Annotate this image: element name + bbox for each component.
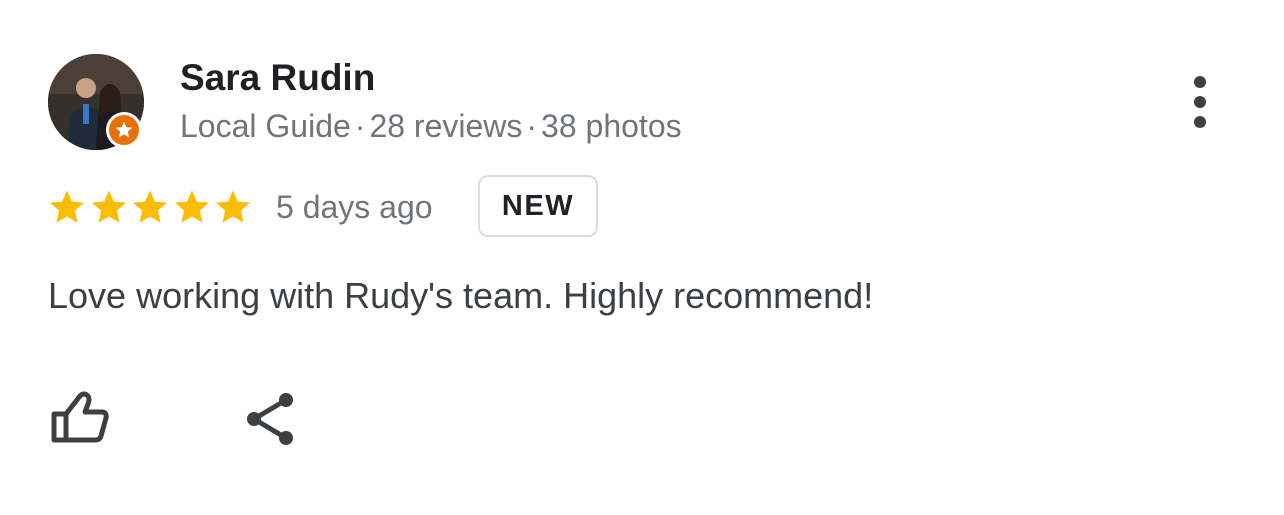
review-text: Love working with Rudy's team. Highly re… [48, 275, 874, 316]
reviewer-meta[interactable]: Local Guide · 28 reviews · 38 photos [180, 106, 682, 146]
reviewer-name[interactable]: Sara Rudin [180, 56, 375, 100]
more-vert-icon [1194, 76, 1206, 88]
star-rating [46, 186, 254, 228]
local-guide-star-icon [115, 121, 133, 138]
more-options-button[interactable] [1180, 72, 1220, 132]
share-button[interactable] [236, 386, 306, 450]
reviewer-photo-count: 38 photos [541, 108, 682, 144]
star-icon [216, 190, 250, 223]
local-guide-badge [106, 112, 142, 148]
more-vert-icon-dot [1194, 96, 1206, 108]
star-icon [50, 190, 84, 223]
star-icon [133, 190, 167, 223]
thumbs-up-icon [51, 391, 109, 443]
meta-separator: · [526, 108, 538, 144]
like-button[interactable] [44, 386, 114, 450]
star-icon [174, 190, 209, 223]
more-vert-icon-dot [1194, 116, 1206, 128]
reviewer-level: Local Guide [180, 108, 351, 144]
reviewer-review-count: 28 reviews [369, 108, 523, 144]
new-badge: NEW [478, 175, 598, 237]
review-date: 5 days ago [276, 189, 433, 225]
meta-separator: · [354, 108, 366, 144]
share-icon [247, 393, 293, 445]
star-icon [91, 190, 126, 223]
